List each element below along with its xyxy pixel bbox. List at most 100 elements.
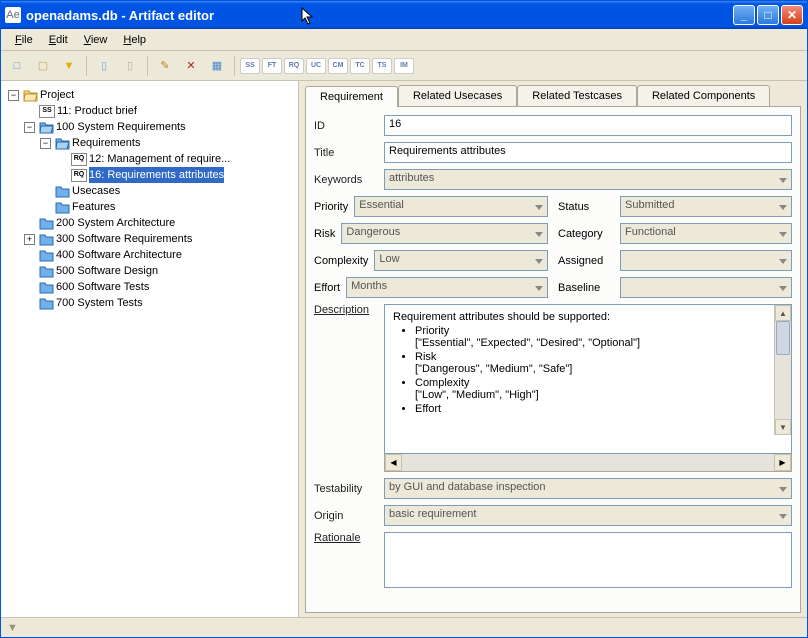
label-complexity: Complexity [314,255,368,267]
tree-panel[interactable]: − Project SS 11: Product brief [1,81,299,617]
field-description[interactable]: Requirement attributes should be support… [384,304,792,454]
report-icon[interactable]: ▦ [205,54,229,78]
menu-help[interactable]: Help [115,32,154,48]
minimize-button[interactable]: _ [733,5,755,25]
tree-item-label: 100 System Requirements [56,119,186,135]
label-status: Status [558,201,614,213]
tree-item-600[interactable]: 600 Software Tests [23,279,294,295]
detail-panel: Requirement Related Usecases Related Tes… [299,81,807,617]
tab-related-components[interactable]: Related Components [637,85,770,106]
collapse-icon[interactable]: − [24,122,35,133]
horizontal-scrollbar[interactable]: ◀ ▶ [384,454,792,472]
label-rationale[interactable]: Rationale [314,532,378,544]
field-id[interactable]: 16 [384,115,792,136]
menu-bar: File Edit View Help [1,29,807,51]
ss-icon[interactable]: SS [240,58,260,74]
tree-item-label: 700 System Tests [56,295,143,311]
collapse-icon[interactable]: − [40,138,51,149]
tree-item-label: Usecases [72,183,120,199]
tab-related-usecases[interactable]: Related Usecases [398,85,517,106]
folder-icon [55,201,70,214]
field-category[interactable]: Functional [620,223,792,244]
cm-icon[interactable]: CM [328,58,348,74]
tree-item-500[interactable]: 500 Software Design [23,263,294,279]
tab-related-testcases[interactable]: Related Testcases [517,85,637,106]
app-icon: Ae [5,7,21,23]
tab-requirement[interactable]: Requirement [305,86,398,107]
folder-icon [39,249,54,262]
expand-icon[interactable]: + [24,234,35,245]
description-item: Effort [415,403,783,415]
field-testability[interactable]: by GUI and database inspection [384,478,792,499]
ft-icon[interactable]: FT [262,58,282,74]
field-title[interactable]: Requirements attributes [384,142,792,163]
field-baseline[interactable] [620,277,792,298]
filter-icon[interactable]: ▼ [57,54,81,78]
folder-open-icon [55,137,70,150]
menu-file[interactable]: File [7,32,41,48]
field-keywords[interactable]: attributes [384,169,792,190]
tree-item-700[interactable]: 700 System Tests [23,295,294,311]
tree-root[interactable]: − Project [7,87,294,103]
tree-item-200[interactable]: 200 System Architecture [23,215,294,231]
field-complexity[interactable]: Low [374,250,548,271]
status-bar: ▼ [1,617,807,637]
scroll-thumb[interactable] [776,321,790,355]
label-origin: Origin [314,510,378,522]
description-item: Complexity["Low", "Medium", "High"] [415,377,783,401]
funnel-icon: ▼ [7,622,18,634]
ts-icon[interactable]: TS [372,58,392,74]
edit-icon[interactable]: ✎ [153,54,177,78]
vertical-scrollbar[interactable]: ▲ ▼ [774,305,791,435]
scroll-left-icon[interactable]: ◀ [385,454,402,471]
tc-icon[interactable]: TC [350,58,370,74]
title-bar: Ae openadams.db - Artifact editor _ □ ✕ [1,1,807,29]
label-keywords: Keywords [314,174,378,186]
page-icon[interactable]: ▯ [92,54,116,78]
tree-item-rq16[interactable]: RQ 16: Requirements attributes [55,167,294,183]
description-item: Priority["Essential", "Expected", "Desir… [415,325,783,349]
rq-badge-icon: RQ [71,169,87,182]
tree-item-ss[interactable]: SS 11: Product brief [23,103,294,119]
label-description[interactable]: Description [314,304,378,316]
scroll-down-icon[interactable]: ▼ [775,419,791,435]
tree-item-400[interactable]: 400 Software Architecture [23,247,294,263]
tree-item-usecases[interactable]: Usecases [39,183,294,199]
collapse-icon[interactable]: − [8,90,19,101]
rq-icon[interactable]: RQ [284,58,304,74]
scroll-right-icon[interactable]: ▶ [774,454,791,471]
tree-item-requirements[interactable]: − Requirements [39,135,294,151]
label-title: Title [314,147,378,159]
field-priority[interactable]: Essential [354,196,548,217]
new-icon[interactable]: □ [5,54,29,78]
tree-item-rq12[interactable]: RQ 12: Management of require... [55,151,294,167]
label-priority: Priority [314,201,348,213]
menu-edit[interactable]: Edit [41,32,76,48]
tree-item-300[interactable]: +300 Software Requirements [23,231,294,247]
copy-icon[interactable]: ▯ [118,54,142,78]
menu-view[interactable]: View [76,32,116,48]
im-icon[interactable]: IM [394,58,414,74]
tree-item-label: Features [72,199,115,215]
maximize-button[interactable]: □ [757,5,779,25]
tree-item-features[interactable]: Features [39,199,294,215]
uc-icon[interactable]: UC [306,58,326,74]
scroll-up-icon[interactable]: ▲ [775,305,791,321]
delete-icon[interactable]: ✕ [179,54,203,78]
field-assigned[interactable] [620,250,792,271]
folder-icon [39,297,54,310]
field-origin[interactable]: basic requirement [384,505,792,526]
label-testability: Testability [314,483,378,495]
ss-badge-icon: SS [39,105,55,118]
field-rationale[interactable] [384,532,792,588]
tree-item-label: 300 Software Requirements [56,231,192,247]
field-status[interactable]: Submitted [620,196,792,217]
close-button[interactable]: ✕ [781,5,803,25]
label-category: Category [558,228,614,240]
tree-item-100[interactable]: − 100 System Requirements [23,119,294,135]
tree-item-label: 12: Management of require... [89,151,230,167]
field-effort[interactable]: Months [346,277,548,298]
field-risk[interactable]: Dangerous [341,223,548,244]
folder-icon [39,265,54,278]
open-icon[interactable]: ▢ [31,54,55,78]
